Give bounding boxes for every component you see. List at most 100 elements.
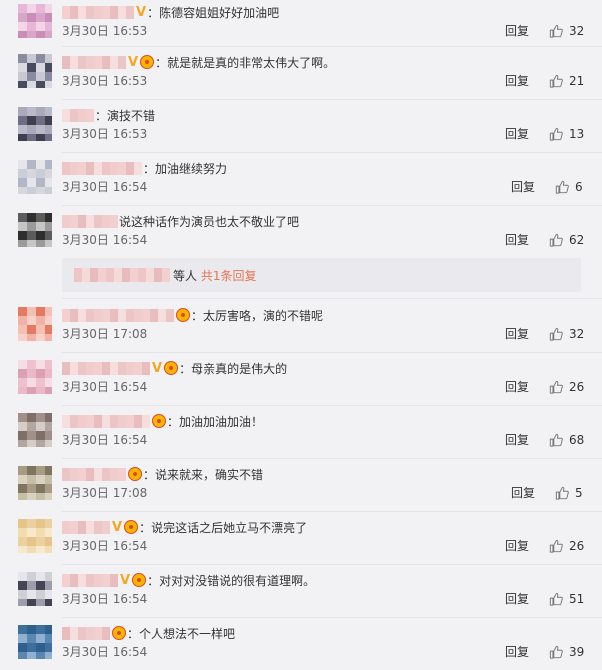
comment-header: V ：说完这话之后她立马不漂亮了: [62, 518, 307, 536]
verified-v-icon: V: [136, 4, 147, 20]
reply-link[interactable]: 回复: [505, 126, 529, 142]
comment-time: 3月30日 16:53: [62, 74, 148, 88]
username-blurred[interactable]: [62, 108, 94, 122]
like-count: 26: [569, 380, 585, 394]
comment-time: 3月30日 17:08: [62, 486, 148, 500]
thumbs-up-icon: [549, 380, 563, 394]
avatar[interactable]: [18, 413, 52, 447]
like-count: 32: [569, 327, 585, 341]
comment-list: V ：陈德容姐姐好好加油吧 3月30日 16:53 回复 32 V ：就是就是真的非常太伟大…: [0, 0, 602, 670]
username-blurred[interactable]: [62, 161, 142, 175]
username-blurred[interactable]: [62, 55, 126, 69]
divider: [62, 564, 602, 565]
like-button[interactable]: 62: [549, 232, 584, 248]
avatar[interactable]: [18, 307, 52, 341]
comment-header: V ：就是就是真的非常太伟大了啊。: [62, 53, 335, 71]
like-count: 51: [569, 592, 585, 606]
reply-link[interactable]: 回复: [505, 644, 529, 660]
reply-link[interactable]: 回复: [505, 73, 529, 89]
comment-text: ：加油加油加油！: [167, 414, 264, 429]
comment-header: ：个人想法不一样吧: [62, 624, 235, 642]
username-blurred[interactable]: [62, 308, 174, 322]
avatar[interactable]: [18, 160, 52, 194]
username-blurred[interactable]: [62, 626, 110, 640]
comment-header: 说这种话作为演员也太不敬业了吧: [62, 212, 299, 230]
like-count: 62: [569, 233, 585, 247]
like-button[interactable]: 39: [549, 644, 584, 660]
comment-text: ：演技不错: [95, 108, 156, 123]
username-blurred[interactable]: [62, 5, 134, 19]
comment-time: 3月30日 16:54: [62, 380, 148, 394]
reply-link[interactable]: 回复: [505, 326, 529, 342]
sub-reply-bar[interactable]: 等人 共1条回复: [62, 258, 581, 292]
avatar[interactable]: [18, 54, 52, 88]
avatar[interactable]: [18, 213, 52, 247]
reply-link[interactable]: 回复: [511, 179, 535, 195]
verified-v-icon: V: [112, 519, 123, 535]
divider: [62, 99, 602, 100]
thumbs-up-icon: [555, 180, 569, 194]
like-button[interactable]: 32: [549, 23, 584, 39]
like-button[interactable]: 26: [549, 379, 584, 395]
username-blurred[interactable]: [62, 361, 150, 375]
avatar[interactable]: [18, 519, 52, 553]
avatar[interactable]: [18, 360, 52, 394]
reply-link[interactable]: 回复: [505, 23, 529, 39]
divider: [62, 511, 602, 512]
reply-link[interactable]: 回复: [505, 379, 529, 395]
username-blurred[interactable]: [62, 520, 110, 534]
member-badge-icon: [124, 520, 139, 534]
verified-v-icon: V: [128, 54, 139, 70]
comment-text: ：太厉害咯，演的不错呢: [191, 308, 324, 323]
reply-link[interactable]: 回复: [505, 591, 529, 607]
thumbs-up-icon: [549, 539, 563, 553]
like-button[interactable]: 6: [555, 179, 583, 195]
reply-link[interactable]: 回复: [505, 232, 529, 248]
like-count: 32: [569, 24, 585, 38]
thumbs-up-icon: [555, 486, 569, 500]
like-button[interactable]: 68: [549, 432, 584, 448]
comment-header: ：演技不错: [62, 106, 155, 124]
like-button[interactable]: 26: [549, 538, 584, 554]
avatar[interactable]: [18, 107, 52, 141]
like-count: 39: [569, 645, 585, 659]
reply-link[interactable]: 回复: [505, 538, 529, 554]
avatar[interactable]: [18, 625, 52, 659]
username-blurred[interactable]: [62, 467, 126, 481]
reply-link[interactable]: 回复: [505, 432, 529, 448]
username-blurred[interactable]: [62, 414, 150, 428]
avatar[interactable]: [18, 572, 52, 606]
divider: [62, 46, 602, 47]
comment-text: ：说完这话之后她立马不漂亮了: [139, 520, 308, 535]
like-count: 68: [569, 433, 585, 447]
comment-header: ：太厉害咯，演的不错呢: [62, 306, 323, 324]
reply-link[interactable]: 回复: [511, 485, 535, 501]
like-count: 13: [569, 127, 585, 141]
sub-reply-others: 等人: [173, 269, 198, 283]
member-badge-icon: [128, 467, 142, 481]
comment-time: 3月30日 16:54: [62, 592, 148, 606]
like-button[interactable]: 51: [549, 591, 584, 607]
comment-header: V ：对对对没错说的很有道理啊。: [62, 571, 315, 589]
comment-text: ：陈德容姐姐好好加油吧: [147, 5, 280, 20]
thumbs-up-icon: [549, 645, 563, 659]
sub-reply-user-blurred: [74, 268, 170, 282]
like-button[interactable]: 32: [549, 326, 584, 342]
comment-text: ：就是就是真的非常太伟大了啊。: [155, 55, 336, 70]
verified-v-icon: V: [120, 572, 131, 588]
comment-time: 3月30日 16:54: [62, 539, 148, 553]
like-button[interactable]: 5: [555, 485, 583, 501]
member-badge-icon: [132, 573, 147, 587]
avatar[interactable]: [18, 4, 52, 38]
like-button[interactable]: 13: [549, 126, 584, 142]
view-replies-link[interactable]: 共1条回复: [201, 269, 257, 283]
thumbs-up-icon: [549, 433, 563, 447]
member-badge-icon: [112, 626, 126, 640]
username-blurred[interactable]: [62, 573, 118, 587]
verified-v-icon: V: [152, 360, 163, 376]
username-blurred[interactable]: [62, 214, 118, 228]
comment-text: ：对对对没错说的很有道理啊。: [147, 573, 316, 588]
like-button[interactable]: 21: [549, 73, 584, 89]
comment-header: ：说来就来，确实不错: [62, 465, 263, 483]
avatar[interactable]: [18, 466, 52, 500]
